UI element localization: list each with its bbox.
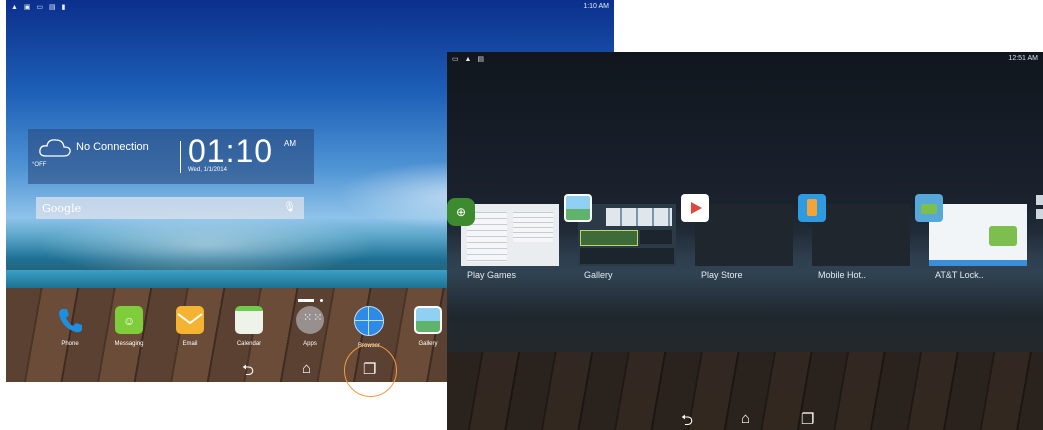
side-scroll-tab[interactable] (1036, 195, 1043, 205)
recent-app-card[interactable]: ⊕ (447, 198, 559, 266)
app-thumbnail (812, 204, 910, 266)
recent-app-label: Play Games (467, 270, 517, 280)
att-lock-icon (915, 194, 943, 222)
gallery-icon (564, 194, 592, 222)
dock-label: Apps (303, 341, 317, 347)
status-time: 1:10 AM (583, 3, 609, 10)
google-search-label: Google (42, 202, 82, 215)
dock-gallery[interactable]: Gallery (404, 306, 452, 347)
page-indicator-active (298, 299, 314, 302)
widget-divider (180, 141, 181, 173)
microphone-icon[interactable]: 🎙 (283, 202, 296, 213)
back-button[interactable]: ⮌ (681, 410, 693, 430)
play-games-icon: ⊕ (447, 198, 475, 226)
status-bar: ▭ ▲ ▤ 12:51 AM (447, 52, 1043, 68)
recent-app-label: Gallery (584, 270, 613, 280)
status-bar: ▲ ▣ ▭ ▤ ▮ 1:10 AM (6, 0, 614, 16)
page-indicator-dot (320, 299, 323, 302)
dock-label: Phone (61, 341, 79, 347)
play-store-icon (681, 194, 709, 222)
recents-button-highlight-circle (344, 344, 397, 397)
recent-app-label: Play Store (701, 270, 743, 280)
recents-button[interactable]: ❐ (801, 410, 814, 428)
dock-label: Email (182, 341, 198, 347)
recent-app-card[interactable] (798, 194, 910, 266)
phone-icon (56, 306, 84, 334)
dock-calendar[interactable]: Calendar (225, 306, 273, 347)
recent-app-label: AT&T Lock.. (935, 270, 984, 280)
recent-app-card[interactable] (681, 194, 793, 266)
home-button[interactable]: ⌂ (302, 360, 311, 377)
dock-phone[interactable]: Phone (46, 306, 94, 347)
app-thumbnail (695, 204, 793, 266)
side-scroll-tab[interactable] (1036, 209, 1043, 219)
cloud-icon (39, 139, 71, 157)
clock-ampm: AM (284, 139, 296, 148)
dock-label: Messaging (114, 341, 144, 347)
messaging-icon: ☺ (115, 306, 143, 334)
app-thumbnail (578, 204, 676, 266)
recent-apps-panel: ▭ ▲ ▤ 12:51 AM ⊕ Play Games Gallery Play… (447, 52, 1043, 430)
home-button[interactable]: ⌂ (741, 410, 750, 427)
recent-app-label: Mobile Hot.. (818, 270, 867, 280)
app-thumbnail (929, 204, 1027, 266)
mobile-hotspot-icon (798, 194, 826, 222)
google-search-bar[interactable]: Google 🎙 (36, 197, 304, 219)
app-thumbnail (461, 204, 559, 266)
dock-browser[interactable]: Browser (345, 306, 393, 349)
calendar-icon (235, 306, 263, 334)
clock-date: Wed, 1/1/2014 (188, 167, 227, 173)
notification-icons: ▲ ▣ ▭ ▤ ▮ (11, 4, 68, 11)
weather-clock-widget[interactable]: No Connection °OFF 01:10 AM Wed, 1/1/201… (28, 129, 314, 184)
browser-globe-icon (354, 306, 384, 336)
email-icon (176, 306, 204, 334)
status-time: 12:51 AM (1008, 55, 1038, 62)
dock-apps[interactable]: ⁙⁙ Apps (286, 306, 334, 347)
dock-label: Gallery (418, 341, 438, 347)
recent-app-card[interactable] (564, 194, 676, 266)
recent-app-card[interactable] (915, 194, 1027, 266)
gallery-icon (414, 306, 442, 334)
weather-temp: °OFF (32, 162, 47, 168)
back-button[interactable]: ⮌ (242, 360, 254, 382)
clock-time: 01:10 (188, 133, 274, 169)
dock-label: Calendar (236, 341, 262, 347)
weather-condition: No Connection (76, 141, 149, 153)
notification-icons: ▭ ▲ ▤ (452, 56, 487, 63)
dock-messaging[interactable]: ☺ Messaging (105, 306, 153, 347)
page-indicator (298, 299, 326, 303)
dock-email[interactable]: Email (166, 306, 214, 347)
apps-grid-icon: ⁙⁙ (296, 306, 324, 334)
